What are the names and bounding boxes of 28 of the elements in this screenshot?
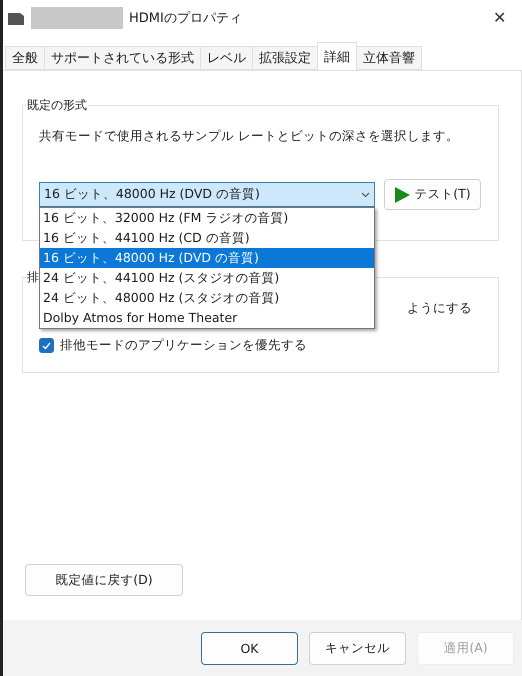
- dropdown-option[interactable]: 24 ビット、44100 Hz (スタジオの音質): [40, 268, 374, 288]
- dropdown-option[interactable]: 24 ビット、48000 Hz (スタジオの音質): [40, 288, 374, 308]
- checkmark-icon: [42, 342, 51, 350]
- dropdown-option[interactable]: 16 ビット、48000 Hz (DVD の音質): [40, 248, 374, 268]
- chevron-icon: [361, 192, 370, 198]
- option-text: ようにする: [407, 300, 472, 317]
- test-button[interactable]: テスト(T): [384, 179, 481, 210]
- tab[interactable]: 拡張設定: [252, 46, 318, 70]
- window-title: HDMIのプロパティ: [129, 10, 243, 27]
- tab[interactable]: 全般: [5, 46, 45, 70]
- dropdown-option[interactable]: Dolby Atmos for Home Theater: [40, 308, 374, 328]
- group-title: 排: [26, 269, 40, 286]
- dropdown-option[interactable]: 16 ビット、44100 Hz (CD の音質): [40, 228, 374, 248]
- tab[interactable]: 立体音響: [356, 46, 422, 70]
- checkbox[interactable]: [39, 338, 54, 353]
- tab[interactable]: サポートされている形式: [44, 46, 201, 70]
- format-dropdown[interactable]: 16 ビット、48000 Hz (DVD の音質): [39, 182, 375, 207]
- group-title: 既定の形式: [26, 97, 88, 114]
- description-text: 共有モードで使用されるサンプル レートとビットの深さを選択します。: [39, 128, 460, 145]
- play-icon: [394, 186, 410, 202]
- dropdown-option[interactable]: 16 ビット、32000 Hz (FM ラジオの音質): [40, 208, 374, 228]
- reset-button[interactable]: 既定値に戻す(D): [25, 564, 183, 596]
- dialog-button[interactable]: OK: [201, 632, 298, 664]
- checkbox-label: 排他モードのアプリケーションを優先する: [60, 337, 307, 354]
- speaker-icon: [7, 11, 25, 25]
- close-button[interactable]: ✕: [487, 8, 512, 28]
- dialog-button[interactable]: キャンセル: [309, 632, 406, 664]
- tab[interactable]: レベル: [200, 46, 253, 70]
